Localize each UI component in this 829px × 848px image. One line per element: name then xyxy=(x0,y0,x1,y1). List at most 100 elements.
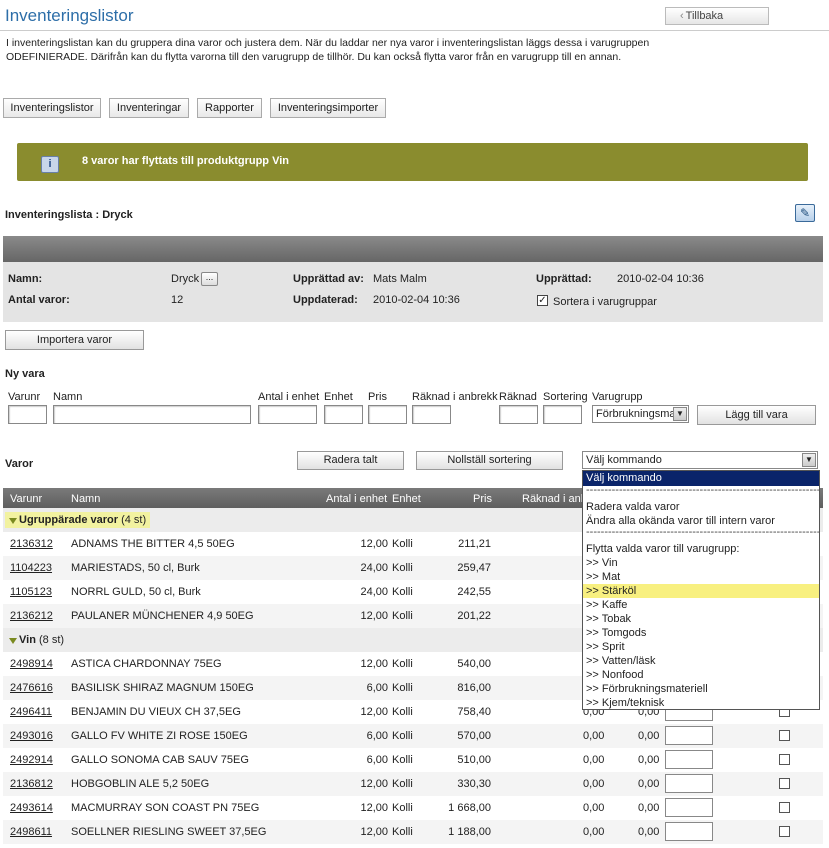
item-name: PAULANER MÜNCHENER 4,9 50EG xyxy=(71,610,254,622)
dropdown-option[interactable]: >> Förbrukningsmateriell xyxy=(583,682,819,696)
new-name-input[interactable] xyxy=(53,405,251,424)
notification-banner: i 8 varor har flyttats till produktgrupp… xyxy=(17,143,808,181)
item-number-link[interactable]: 2136312 xyxy=(10,538,53,550)
col-enhet: Enhet xyxy=(324,391,353,403)
command-select[interactable]: Välj kommando ▼ xyxy=(582,451,818,469)
new-qty-input[interactable] xyxy=(258,405,317,424)
reset-sort-button[interactable]: Nollställ sortering xyxy=(416,451,563,470)
sort-groups-checkbox[interactable]: ✓ xyxy=(537,295,548,306)
col-varugrupp: Varugrupp xyxy=(592,391,643,403)
page-title: Inventeringslistor xyxy=(5,6,134,25)
item-unit: Kolli xyxy=(392,610,413,622)
item-count-input[interactable] xyxy=(665,798,713,817)
import-items-button[interactable]: Importera varor xyxy=(5,330,144,350)
item-unit: Kolli xyxy=(392,802,413,814)
new-unit-input[interactable] xyxy=(324,405,363,424)
delete-counted-button[interactable]: Radera talt xyxy=(297,451,404,470)
created-by-label: Upprättad av: xyxy=(293,273,364,285)
dropdown-option[interactable]: >> Kaffe xyxy=(583,598,819,612)
item-number-link[interactable]: 2492914 xyxy=(10,754,53,766)
item-number-link[interactable]: 2493614 xyxy=(10,802,53,814)
command-dropdown-list[interactable]: Välj kommando ---------------------------… xyxy=(582,470,820,710)
item-number-link[interactable]: 1104223 xyxy=(10,562,52,574)
item-number-link[interactable]: 2498611 xyxy=(10,826,52,838)
dropdown-separator: ----------------------------------------… xyxy=(586,528,819,538)
item-number-link[interactable]: 2498914 xyxy=(10,658,53,670)
item-number-link[interactable]: 1105123 xyxy=(10,586,52,598)
item-number-link[interactable]: 2493016 xyxy=(10,730,53,742)
item-count-input[interactable] xyxy=(665,726,713,745)
col-raknad: Räknad xyxy=(499,391,537,403)
item-counted: 0,00 xyxy=(638,826,660,838)
new-price-input[interactable] xyxy=(368,405,407,424)
sort-groups-label: Sortera i varugruppar xyxy=(553,296,657,308)
item-price: 816,00 xyxy=(457,682,491,694)
tab-rapporter[interactable]: Rapporter xyxy=(197,98,262,118)
dropdown-option[interactable]: >> Sprit xyxy=(583,640,819,654)
item-select-checkbox[interactable] xyxy=(779,826,790,837)
triangle-down-icon xyxy=(9,518,17,524)
dropdown-option[interactable]: >> Tomgods xyxy=(583,626,819,640)
item-count-input[interactable] xyxy=(665,774,713,793)
dropdown-option[interactable]: Ändra alla okända varor till intern varo… xyxy=(583,514,819,528)
tab-inventeringsimporter[interactable]: Inventeringsimporter xyxy=(270,98,386,118)
created-value: 2010-02-04 10:36 xyxy=(617,273,704,285)
item-name: GALLO FV WHITE ZI ROSE 150EG xyxy=(71,730,248,742)
back-button[interactable]: ‹ Tillbaka xyxy=(665,7,769,25)
dropdown-option[interactable]: Välj kommando xyxy=(583,471,819,486)
chevron-down-icon: ▼ xyxy=(673,407,687,421)
item-count-input[interactable] xyxy=(665,822,713,841)
item-select-checkbox[interactable] xyxy=(779,730,790,741)
new-group-select[interactable]: Förbrukningsma ▼ xyxy=(592,405,689,423)
group-label[interactable]: Ugruppärade varor (4 st) xyxy=(5,512,151,528)
dropdown-option[interactable]: >> Stärköl xyxy=(583,584,819,598)
count-label: Antal varor: xyxy=(8,294,70,306)
name-label: Namn: xyxy=(8,273,43,285)
item-select-checkbox[interactable] xyxy=(779,802,790,813)
item-qty: 6,00 xyxy=(366,730,388,742)
dropdown-option[interactable]: >> Tobak xyxy=(583,612,819,626)
th-raknad-anb: Räknad i anb xyxy=(522,493,587,505)
item-price: 758,40 xyxy=(457,706,491,718)
new-counted-input[interactable] xyxy=(499,405,538,424)
rename-button[interactable]: ... xyxy=(201,272,218,286)
new-counted-open-input[interactable] xyxy=(412,405,451,424)
back-button-label: Tillbaka xyxy=(685,10,724,22)
tab-inventeringslistor[interactable]: Inventeringslistor xyxy=(3,98,101,118)
item-count-input[interactable] xyxy=(665,750,713,769)
add-item-button[interactable]: Lägg till vara xyxy=(697,405,816,425)
tab-inventeringar[interactable]: Inventeringar xyxy=(109,98,189,118)
dropdown-option[interactable]: >> Vin xyxy=(583,556,819,570)
item-select-checkbox[interactable] xyxy=(779,754,790,765)
item-price: 540,00 xyxy=(457,658,491,670)
dropdown-option[interactable]: >> Nonfood xyxy=(583,668,819,682)
chevron-down-icon: ▼ xyxy=(802,453,816,467)
col-pris: Pris xyxy=(368,391,387,403)
dropdown-option[interactable]: Radera valda varor xyxy=(583,500,819,514)
item-number-link[interactable]: 2476616 xyxy=(10,682,53,694)
item-select-checkbox[interactable] xyxy=(779,778,790,789)
item-number-link[interactable]: 2496411 xyxy=(10,706,52,718)
table-row: 2492914 GALLO SONOMA CAB SAUV 75EG 6,00 Kol… xyxy=(3,748,823,772)
new-sort-input[interactable] xyxy=(543,405,582,424)
new-group-value: Förbrukningsma xyxy=(596,408,676,420)
dropdown-option[interactable]: >> Mat xyxy=(583,570,819,584)
edit-icon[interactable]: ✎ xyxy=(795,204,815,222)
item-number-link[interactable]: 2136812 xyxy=(10,778,53,790)
col-sortering: Sortering xyxy=(543,391,588,403)
item-qty: 12,00 xyxy=(360,538,388,550)
dropdown-option[interactable]: Flytta valda varor till varugrupp: xyxy=(583,542,819,556)
item-unit: Kolli xyxy=(392,538,413,550)
item-price: 201,22 xyxy=(457,610,491,622)
item-name: ASTICA CHARDONNAY 75EG xyxy=(71,658,222,670)
item-name: BASILISK SHIRAZ MAGNUM 150EG xyxy=(71,682,254,694)
dropdown-option[interactable]: >> Kjem/teknisk xyxy=(583,696,819,710)
dropdown-option[interactable]: >> Vatten/läsk xyxy=(583,654,819,668)
item-number-link[interactable]: 2136212 xyxy=(10,610,53,622)
group-label[interactable]: Vin (8 st) xyxy=(5,632,68,648)
new-varunr-input[interactable] xyxy=(8,405,47,424)
item-counted: 0,00 xyxy=(638,778,660,790)
item-qty: 12,00 xyxy=(360,802,388,814)
triangle-down-icon xyxy=(9,638,17,644)
item-price: 242,55 xyxy=(457,586,491,598)
